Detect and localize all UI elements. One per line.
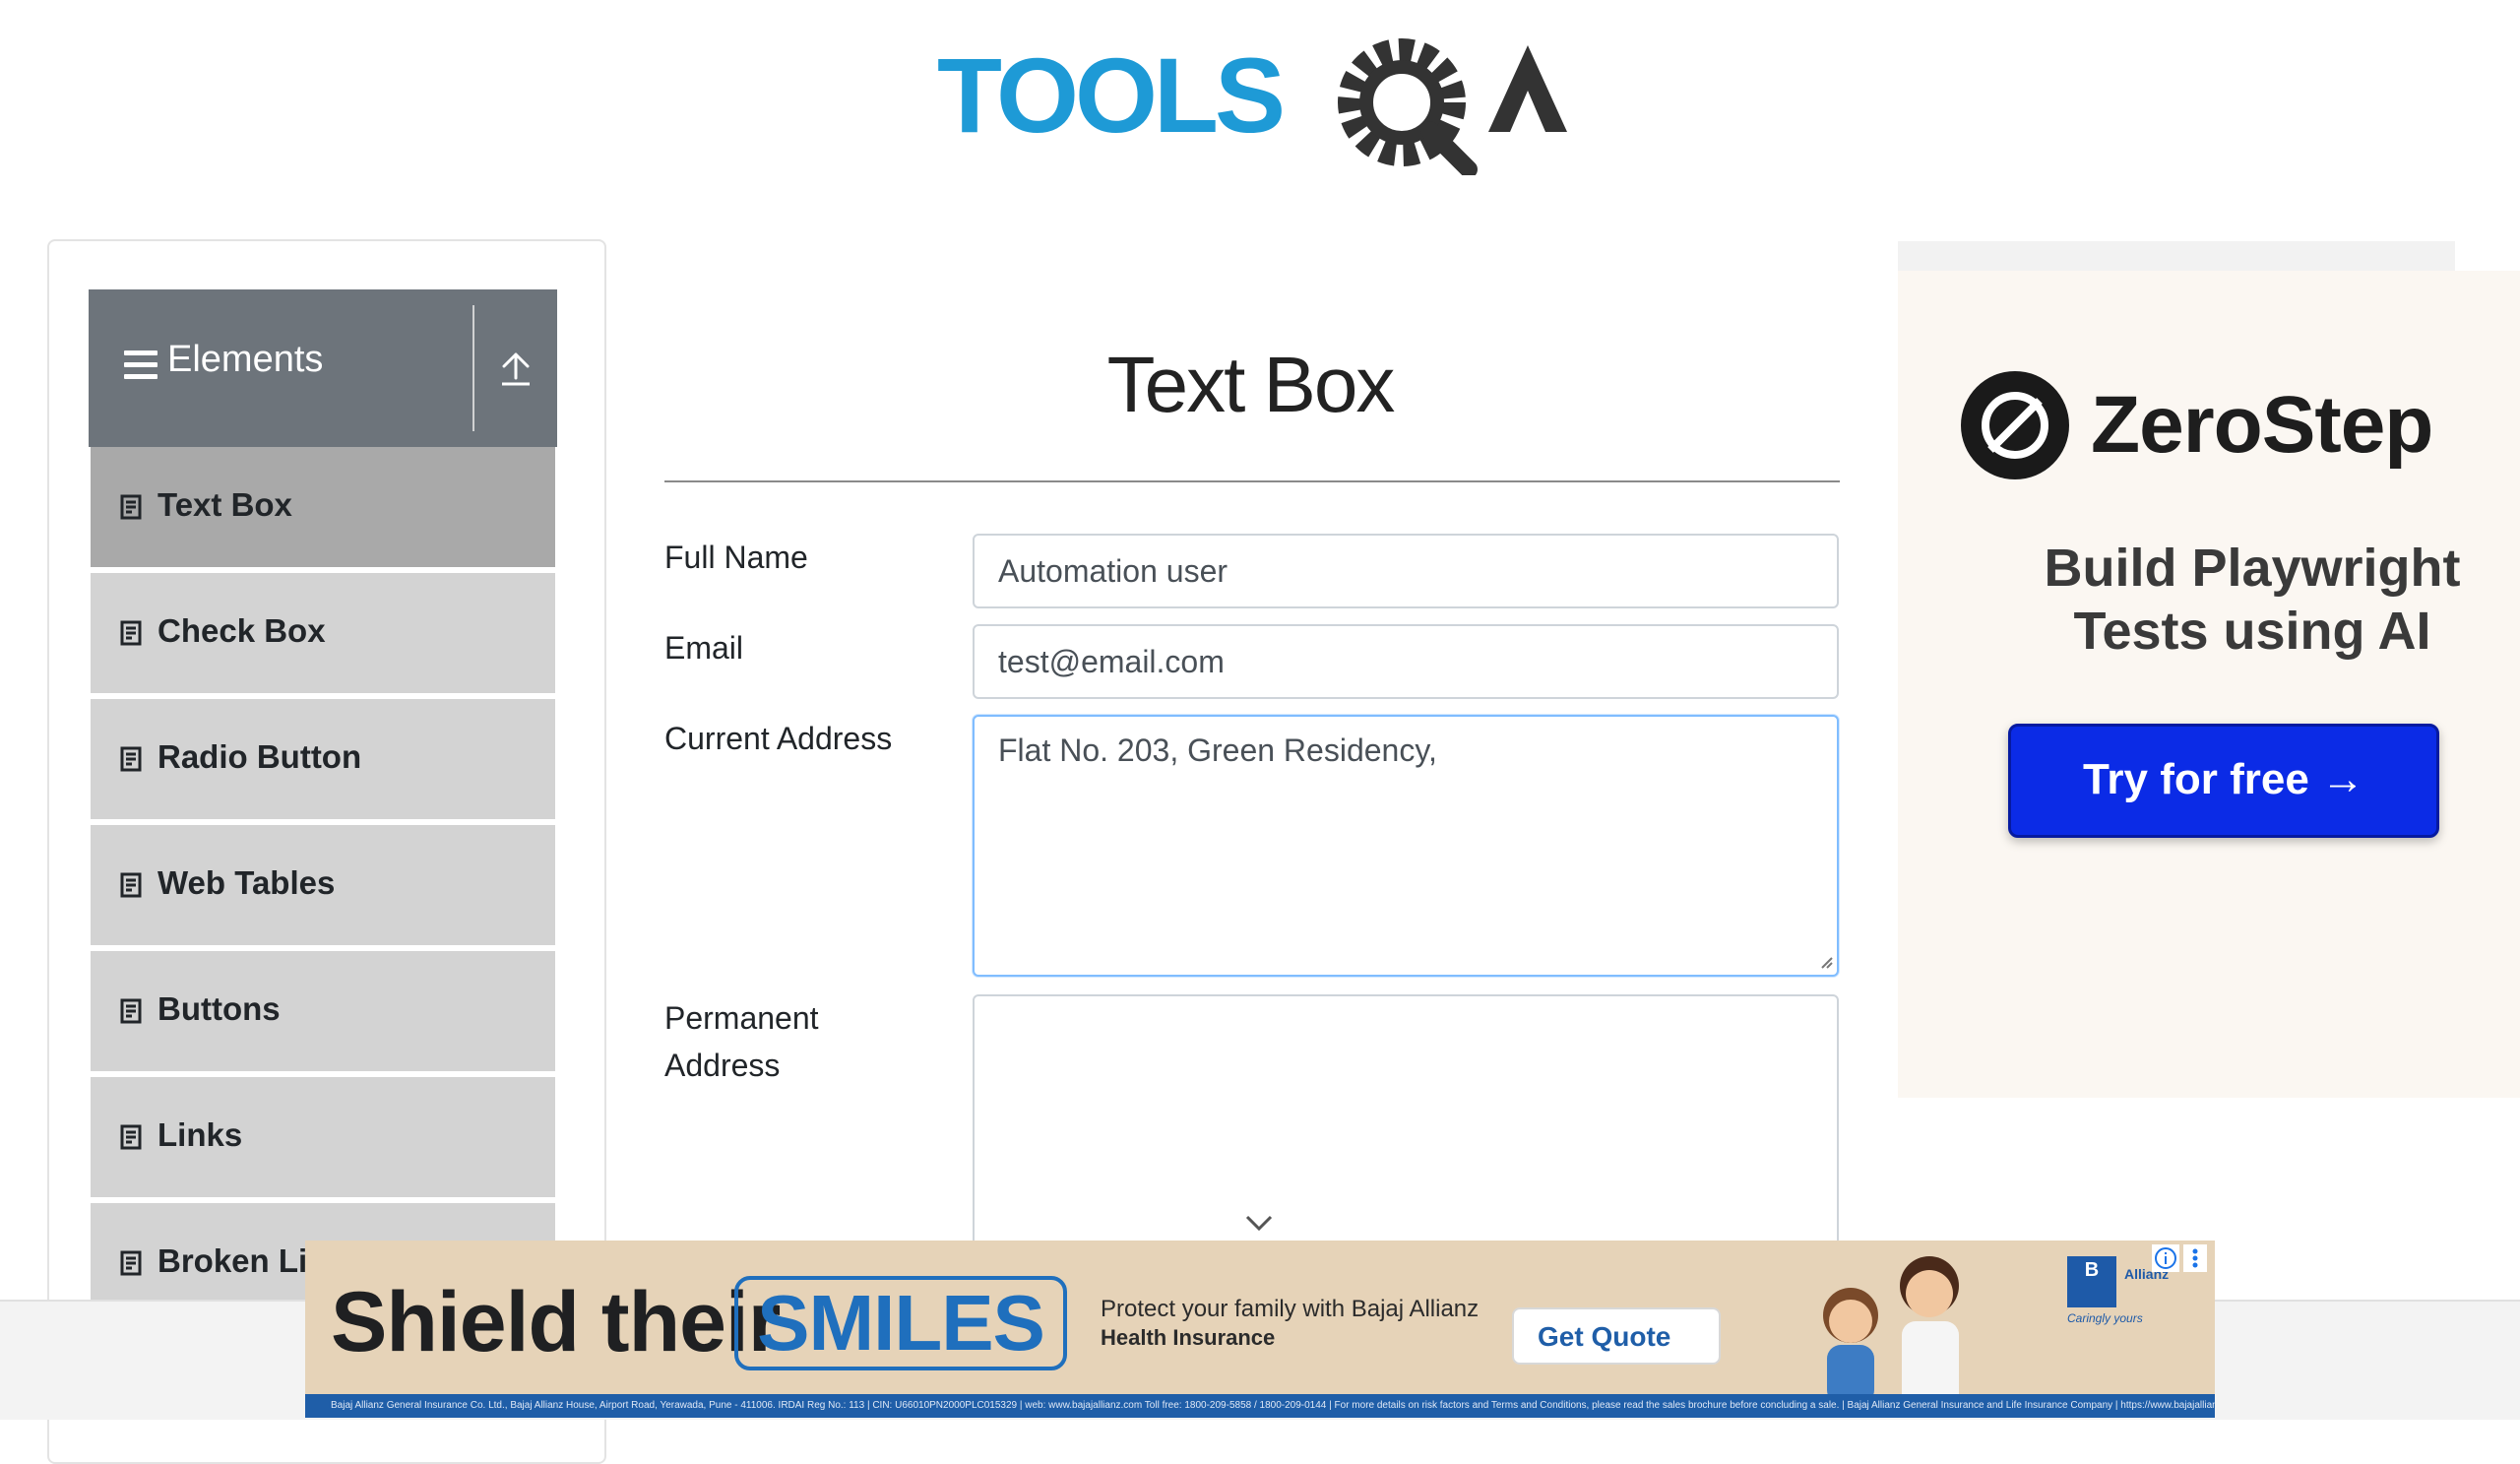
sidebar-item-check-box[interactable]: Check Box <box>91 573 555 699</box>
current-address-label: Current Address <box>664 721 893 756</box>
sidebar-item-label: Text Box <box>158 486 292 523</box>
current-address-textarea[interactable]: Flat No. 203, Green Residency, <box>973 715 1839 977</box>
family-illustration <box>1823 1256 1959 1410</box>
ad-subtext: Protect your family with Bajaj Allianz <box>1101 1296 1480 1322</box>
logo-letter-a <box>1488 45 1567 132</box>
chevron-down-icon[interactable] <box>1245 1213 1273 1233</box>
bajaj-logo-icon: B <box>2067 1256 2116 1307</box>
bajaj-allianz-ad[interactable]: Shield their SMILES Protect your family … <box>305 1241 2215 1418</box>
page-title: Text Box <box>1106 341 1396 428</box>
zerostep-ad[interactable]: ZeroStep Build Playwright Tests using AI… <box>1898 241 2520 1098</box>
elements-group-header[interactable]: Elements <box>89 289 557 447</box>
document-icon <box>120 1124 142 1150</box>
title-divider <box>664 480 1840 482</box>
ad-more-icon[interactable] <box>2183 1244 2207 1272</box>
sidebar-item-buttons[interactable]: Buttons <box>91 951 555 1077</box>
resize-grip-icon[interactable] <box>1817 953 1833 969</box>
document-icon <box>120 998 142 1024</box>
document-icon <box>120 746 142 772</box>
ad-subtext-bold: Health Insurance <box>1101 1325 1276 1350</box>
sidebar-item-links[interactable]: Links <box>91 1077 555 1203</box>
sidebar-item-label: Broken Li <box>158 1242 308 1279</box>
permanent-address-label: Permanent Address <box>664 994 819 1089</box>
sidebar-item-label: Web Tables <box>158 864 336 901</box>
group-divider <box>472 305 474 431</box>
document-icon <box>120 872 142 898</box>
sidebar-item-text-box[interactable]: Text Box <box>91 447 555 573</box>
ad-disclaimer: Bajaj Allianz General Insurance Co. Ltd.… <box>305 1394 2215 1418</box>
email-input[interactable] <box>973 624 1839 699</box>
ad-tagline-line2: Tests using AI <box>2073 602 2431 661</box>
sidebar-item-label: Check Box <box>158 612 326 649</box>
get-quote-button[interactable]: Get Quote <box>1512 1307 1721 1365</box>
sidebar-item-label: Buttons <box>158 990 281 1027</box>
document-icon <box>120 1250 142 1276</box>
ad-card: ZeroStep Build Playwright Tests using AI… <box>1898 271 2520 1098</box>
sidebar-item-label: Links <box>158 1116 243 1153</box>
collapse-up-icon[interactable] <box>498 350 534 388</box>
ad-info-icon[interactable] <box>2152 1244 2179 1272</box>
zerostep-logo-icon <box>1961 371 2069 479</box>
document-icon <box>120 494 142 520</box>
document-icon <box>120 620 142 646</box>
sidebar-item-web-tables[interactable]: Web Tables <box>91 825 555 951</box>
permanent-address-label-line1: Permanent <box>664 1000 819 1036</box>
logo-text-tools: TOOLS <box>937 35 1282 155</box>
ad-headline: Shield their <box>331 1275 781 1369</box>
try-for-free-button[interactable]: Try for free → <box>2008 724 2439 838</box>
gear-magnifier-icon <box>1338 38 1478 175</box>
menu-icon <box>124 350 158 380</box>
full-name-input[interactable] <box>973 534 1839 608</box>
ad-highlight: SMILES <box>734 1276 1067 1370</box>
sidebar-item-radio-button[interactable]: Radio Button <box>91 699 555 825</box>
email-label: Email <box>664 630 744 666</box>
ad-brand-name: ZeroStep <box>2091 380 2433 470</box>
ad-tagline-line1: Build Playwright <box>2044 539 2461 598</box>
sidebar-item-label: Radio Button <box>158 738 362 775</box>
toolsqa-logo[interactable]: TOOLS <box>937 26 1577 175</box>
ad-brand-slogan: Caringly yours <box>2067 1311 2143 1325</box>
ad-tagline: Build Playwright Tests using AI <box>1957 537 2520 663</box>
group-title: Elements <box>167 339 324 380</box>
permanent-address-label-line2: Address <box>664 1048 781 1083</box>
full-name-label: Full Name <box>664 540 808 575</box>
